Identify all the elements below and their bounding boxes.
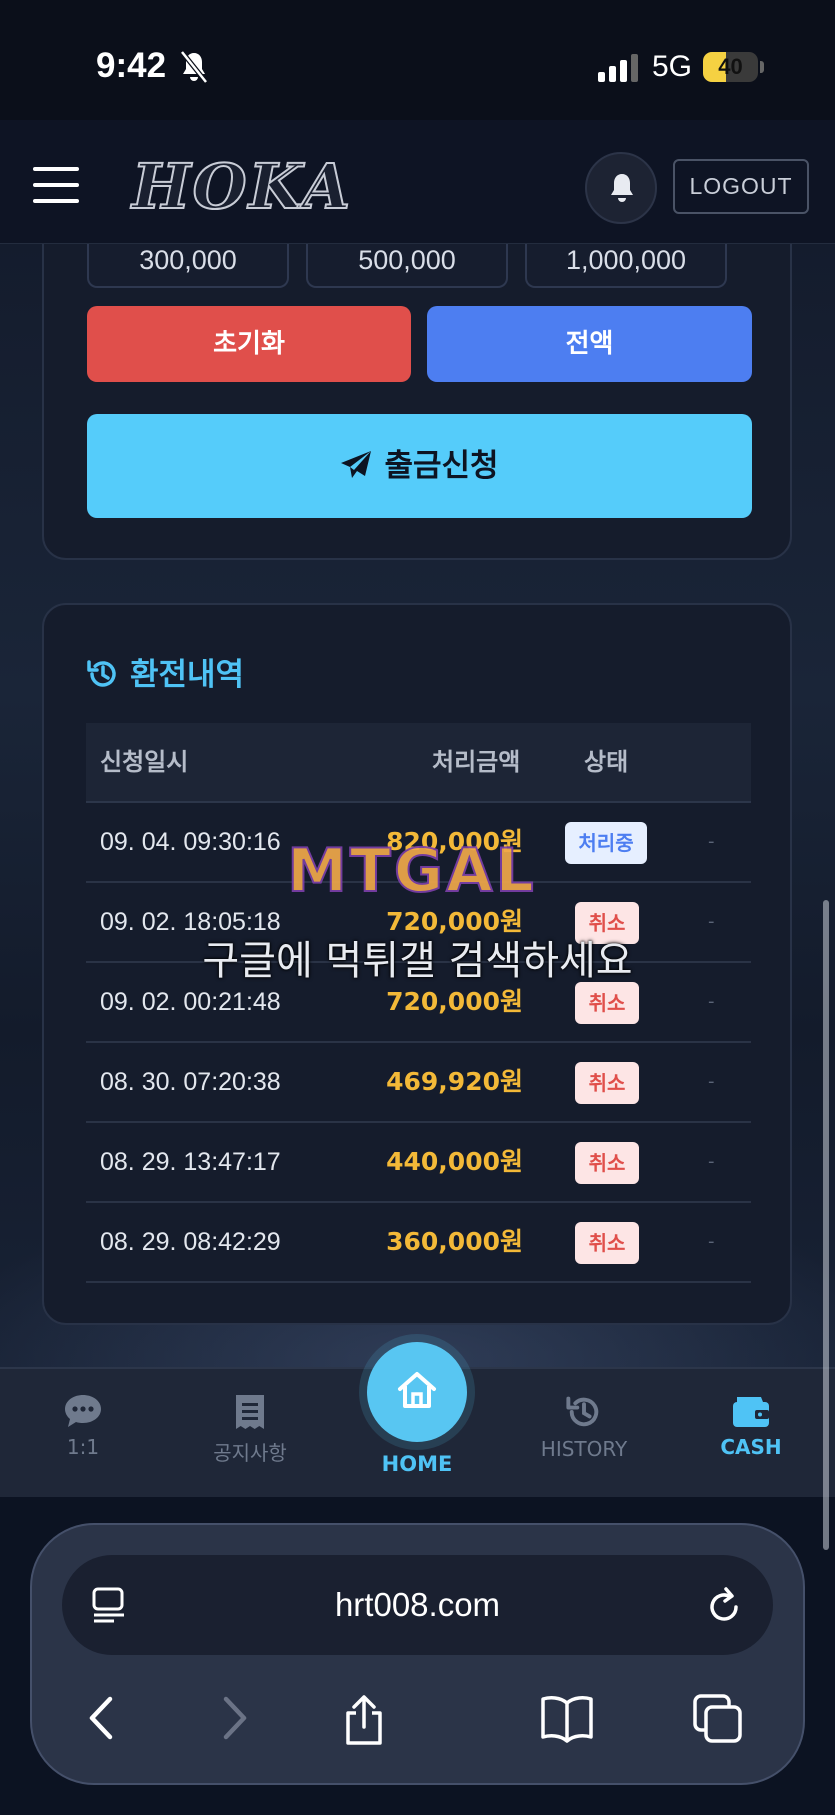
battery-icon: 40: [703, 52, 758, 82]
status-badge: 처리중: [565, 822, 647, 864]
nav-label-cash: CASH: [720, 1435, 782, 1459]
history-title: 환전내역: [86, 653, 244, 697]
withdraw-submit-label: 출금신청: [384, 448, 499, 484]
share-icon[interactable]: [342, 1693, 386, 1747]
table-row: 08. 29. 13:47:17 440,000원 취소 -: [86, 1123, 751, 1203]
network-type: 5G: [652, 50, 693, 83]
row-extra: -: [708, 831, 715, 852]
nav-label-chat: 1:1: [66, 1435, 100, 1459]
brand-logo[interactable]: HOKA: [131, 150, 353, 223]
history-title-label: 환전내역: [130, 657, 245, 693]
home-icon: [398, 1372, 436, 1408]
wallet-icon: [733, 1397, 769, 1427]
watermark-logo: MTGAL: [286, 836, 537, 906]
menu-icon[interactable]: [33, 167, 79, 203]
notification-button[interactable]: [585, 152, 657, 224]
column-amount: 처리금액: [432, 748, 521, 776]
reload-icon[interactable]: [706, 1585, 742, 1625]
row-amount: 440,000원: [386, 1147, 523, 1176]
browser-toolbar: hrt008.com: [30, 1523, 805, 1785]
row-amount: 469,920원: [386, 1067, 523, 1096]
back-icon[interactable]: [84, 1693, 120, 1743]
status-time: 9:42: [96, 46, 167, 85]
address-bar[interactable]: hrt008.com: [62, 1555, 773, 1655]
table-row: 08. 30. 07:20:38 469,920원 취소 -: [86, 1043, 751, 1123]
row-date: 08. 29. 08:42:29: [100, 1228, 281, 1256]
bell-icon: [611, 174, 633, 202]
bell-off-icon: [180, 50, 208, 84]
row-extra: -: [708, 1231, 715, 1252]
chat-icon: [65, 1395, 101, 1427]
app-header: HOKA LOGOUT: [0, 120, 835, 244]
row-date: 08. 30. 07:20:38: [100, 1068, 281, 1096]
nav-item-history[interactable]: HISTORY: [519, 1393, 649, 1461]
brand-logo-text: HOKA: [131, 150, 353, 223]
row-date: 09. 04. 09:30:16: [100, 828, 281, 856]
battery-level: 40: [718, 54, 743, 79]
row-extra: -: [708, 1071, 715, 1092]
row-amount: 360,000원: [386, 1227, 523, 1256]
amount-button-500000[interactable]: 500,000: [306, 242, 508, 288]
signal-icon: [598, 54, 638, 82]
history-icon: [566, 1396, 599, 1427]
nav-item-notice[interactable]: 공지사항: [185, 1393, 315, 1466]
nav-label-notice: 공지사항: [213, 1441, 287, 1465]
all-amount-button[interactable]: 전액: [427, 306, 752, 382]
status-badge: 취소: [575, 982, 639, 1024]
battery-tip: [760, 61, 764, 73]
nav-label-history: HISTORY: [540, 1437, 628, 1461]
forward-icon[interactable]: [216, 1693, 252, 1743]
status-bar: 9:42 5G 40: [0, 0, 835, 120]
nav-item-cash[interactable]: CASH: [686, 1393, 816, 1459]
page-scrollbar[interactable]: [823, 900, 829, 1550]
nav-item-home[interactable]: [367, 1342, 467, 1442]
withdraw-card: 300,000 500,000 1,000,000 초기화 전액 출금신청: [42, 200, 792, 560]
row-date: 08. 29. 13:47:17: [100, 1148, 281, 1176]
status-badge: 취소: [575, 1142, 639, 1184]
paper-plane-icon: [341, 450, 372, 478]
amount-button-300000[interactable]: 300,000: [87, 242, 289, 288]
reset-button[interactable]: 초기화: [87, 306, 411, 382]
withdraw-submit-button[interactable]: 출금신청: [87, 414, 752, 518]
column-status: 상태: [584, 748, 629, 776]
row-extra: -: [708, 1151, 715, 1172]
status-badge: 취소: [575, 1222, 639, 1264]
logout-button[interactable]: LOGOUT: [673, 159, 809, 214]
tabs-icon[interactable]: [692, 1693, 744, 1745]
receipt-icon: [236, 1395, 264, 1429]
row-extra: -: [708, 911, 715, 932]
table-header: 신청일시 처리금액 상태: [86, 723, 751, 803]
history-icon: [87, 659, 116, 687]
amount-button-1000000[interactable]: 1,000,000: [525, 242, 727, 288]
column-date: 신청일시: [100, 748, 189, 776]
status-badge: 취소: [575, 1062, 639, 1104]
bookmarks-icon[interactable]: [540, 1693, 594, 1743]
url-text: hrt008.com: [334, 1586, 501, 1623]
nav-item-chat[interactable]: 1:1: [18, 1393, 148, 1459]
nav-label-home: HOME: [381, 1452, 453, 1476]
browser-tools: [32, 1685, 807, 1755]
watermark-text: 구글에 먹튀갤 검색하세요: [202, 938, 633, 984]
row-extra: -: [708, 991, 715, 1012]
table-row: 08. 29. 08:42:29 360,000원 취소 -: [86, 1203, 751, 1283]
history-table: 신청일시 처리금액 상태 09. 04. 09:30:16 820,000원 처리중…: [86, 723, 751, 1283]
